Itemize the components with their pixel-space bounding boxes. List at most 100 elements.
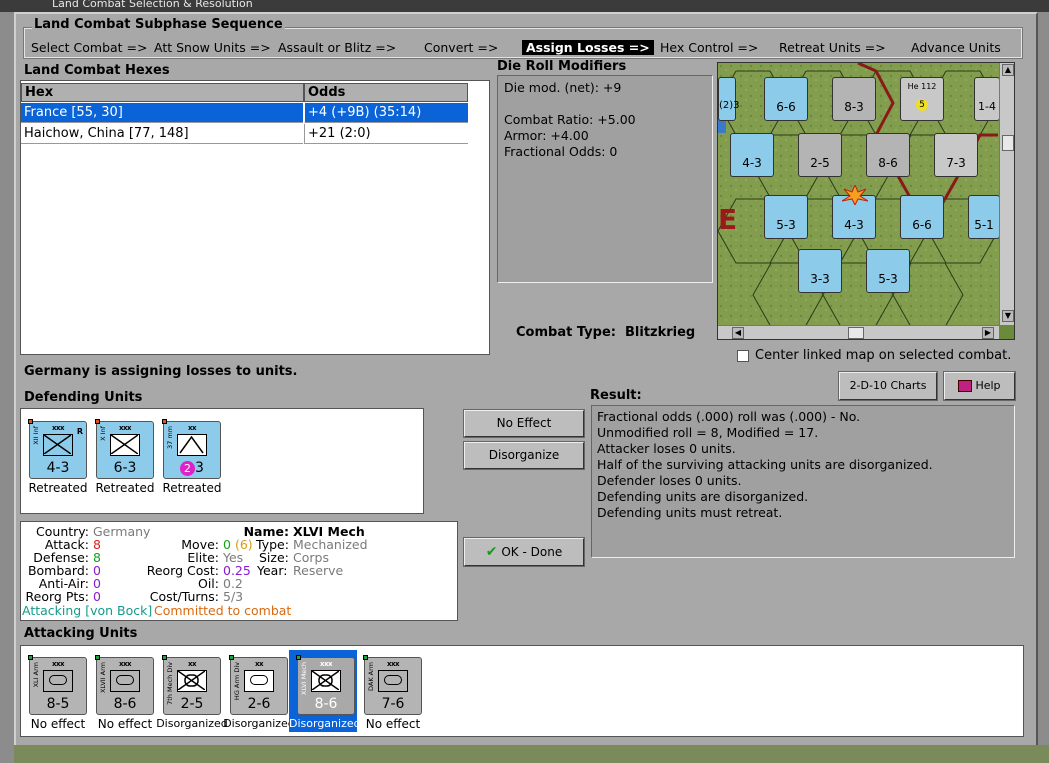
result-line: Half of the surviving attacking units ar… xyxy=(597,457,933,472)
result-panel: Fractional odds (.000) roll was (.000) -… xyxy=(591,405,1015,558)
scroll-right-icon[interactable]: ▶ xyxy=(982,327,994,339)
unit-strength: 2-5 xyxy=(180,696,204,712)
ok-done-button[interactable]: ✔ OK - Done xyxy=(463,537,585,567)
combat-type-label: Combat Type: xyxy=(516,325,616,340)
unit-size: xx xyxy=(254,660,264,668)
unit-status: Disorganized xyxy=(223,717,295,730)
result-line: Defending units are disorganized. xyxy=(597,489,809,504)
unit-size: xxx xyxy=(118,424,132,432)
col-odds[interactable]: Odds xyxy=(304,83,468,102)
unit-strength: 2-6 xyxy=(247,696,271,712)
result-line: Unmodified roll = 8, Modified = 17. xyxy=(597,425,819,440)
map-hscroll[interactable]: ◀ ▶ xyxy=(718,325,999,339)
armor-mod: Armor: +4.00 xyxy=(504,128,589,143)
map-vscroll[interactable]: ▲ ▼ xyxy=(999,63,1014,325)
map-unit[interactable]: 2-5 xyxy=(798,133,842,177)
map-unit[interactable]: 8-6 xyxy=(866,133,910,177)
map-unit[interactable]: 8-3 xyxy=(832,77,876,121)
map-unit[interactable]: 6-6 xyxy=(764,77,808,121)
status-text: Germany is assigning losses to units. xyxy=(24,364,298,379)
mini-map[interactable]: E 6-6 8-3 He 112 5 1-4 (2)3 4-3 2-5 8-6 7… xyxy=(717,62,1015,340)
die-mod-net: Die mod. (net): +9 xyxy=(504,80,622,95)
hex-odds: +4 (+9B) (35:14) xyxy=(304,103,468,123)
attacking-unit[interactable]: HG Arm Div xx 2-6 xyxy=(229,655,288,715)
unit-status: No effect xyxy=(365,717,421,731)
col-hex[interactable]: Hex xyxy=(21,83,304,102)
attacking-unit[interactable]: DAK Arm xxx 7-6 xyxy=(363,655,422,715)
unit-status: Retreated xyxy=(28,481,88,495)
result-line: Fractional odds (.000) roll was (.000) -… xyxy=(597,409,861,424)
defending-title: Defending Units xyxy=(24,390,143,405)
unit-strength: 8-6 xyxy=(314,696,338,712)
armor-icon xyxy=(378,670,408,692)
seq-assault-blitz: Assault or Blitz => xyxy=(278,40,397,55)
no-effect-button[interactable]: No Effect xyxy=(463,409,585,438)
unit-size: xxx xyxy=(51,660,65,668)
result-line: Defending units must retreat. xyxy=(597,505,783,520)
combat-ratio: Combat Ratio: +5.00 xyxy=(504,112,636,127)
attacking-unit[interactable]: XLVII Arm xxx 8-6 xyxy=(95,655,154,715)
country-value: Germany xyxy=(93,524,151,539)
attacking-title: Attacking Units xyxy=(24,626,138,641)
unit-size: xxx xyxy=(319,660,333,668)
unit-status: Disorganized xyxy=(156,717,228,730)
hscroll-thumb[interactable] xyxy=(848,327,864,339)
hex-odds: +21 (2:0) xyxy=(304,124,468,144)
year-value: Reserve xyxy=(293,563,344,578)
map-unit[interactable]: 6-6 xyxy=(900,195,944,239)
unit-size: xx xyxy=(187,660,197,668)
seq-hex-control: Hex Control => xyxy=(660,40,759,55)
seq-advance: Advance Units xyxy=(911,40,1001,55)
hex-row-haichow[interactable]: Haichow, China [77, 148] +21 (2:0) xyxy=(21,124,468,144)
attacking-unit[interactable]: 7th Mech Div xx 2-5 xyxy=(162,655,221,715)
unit-strength: 7-6 xyxy=(381,696,405,712)
map-unit[interactable]: (2)3 xyxy=(718,77,740,121)
attacking-unit-selected[interactable]: XLVI Mech xxx 8-6 xyxy=(296,655,355,715)
map-unit[interactable]: 1-4 xyxy=(974,77,1000,121)
attacking-unit[interactable]: XLI Arm xxx 8-5 xyxy=(28,655,87,715)
armor-icon xyxy=(110,670,140,692)
vscroll-thumb[interactable] xyxy=(1002,135,1014,151)
map-unit-aircraft[interactable]: He 112 5 xyxy=(900,77,944,121)
help-button[interactable]: Help xyxy=(943,371,1016,401)
game-screen: Land Combat Selection & Resolution Land … xyxy=(0,0,1049,763)
reorg-pts-label: Reorg Pts: xyxy=(25,589,89,604)
scroll-down-icon[interactable]: ▼ xyxy=(1002,310,1014,322)
scroll-left-icon[interactable]: ◀ xyxy=(732,327,744,339)
help-book-icon xyxy=(958,380,973,392)
anti-tank-icon xyxy=(177,434,207,456)
map-unit[interactable]: 3-3 xyxy=(798,249,842,293)
disorganize-button[interactable]: Disorganize xyxy=(463,441,585,470)
seq-att-snow: Att Snow Units => xyxy=(154,40,271,55)
map-unit[interactable]: 4-3 xyxy=(730,133,774,177)
result-line: Defender loses 0 units. xyxy=(597,473,742,488)
seq-retreat: Retreat Units => xyxy=(779,40,886,55)
charts-button[interactable]: 2-D-10 Charts xyxy=(838,371,938,401)
map-unit[interactable]: 7-3 xyxy=(934,133,978,177)
unit-strength: 8-5 xyxy=(46,696,70,712)
window-title: Land Combat Selection & Resolution xyxy=(0,0,1049,12)
scroll-up-icon[interactable]: ▲ xyxy=(1002,64,1014,76)
year-label: Year: xyxy=(257,563,288,578)
result-line: Attacker loses 0 units. xyxy=(597,441,736,456)
map-unit[interactable]: 5-3 xyxy=(764,195,808,239)
combat-explosion-icon xyxy=(841,183,869,207)
hex-row-france[interactable]: France [55, 30] +4 (+9B) (35:14) xyxy=(21,103,468,123)
armor-icon xyxy=(244,670,274,692)
unit-badge: 2 xyxy=(180,461,196,476)
map-unit[interactable]: 5-3 xyxy=(866,249,910,293)
reorg-pts-value: 0 xyxy=(93,589,101,604)
reserve-mark: R xyxy=(76,427,83,436)
center-linked-checkbox[interactable] xyxy=(737,350,749,362)
defending-unit[interactable]: X Inf xxx 6-3 xyxy=(95,419,154,479)
defending-unit[interactable]: 37 mm xx 23 xyxy=(162,419,221,479)
defending-unit[interactable]: XII Inf xxx R 4-3 xyxy=(28,419,87,479)
hex-name: Haichow, China [77, 148] xyxy=(21,124,303,144)
seq-convert: Convert => xyxy=(424,40,499,55)
svg-text:E: E xyxy=(718,203,737,236)
committed-note: Committed to combat xyxy=(154,603,292,618)
map-unit[interactable]: 5-1 xyxy=(968,195,1000,239)
sequence-title: Land Combat Subphase Sequence xyxy=(32,17,285,32)
center-linked-label: Center linked map on selected combat. xyxy=(755,348,1012,363)
unit-status: Retreated xyxy=(162,481,222,495)
